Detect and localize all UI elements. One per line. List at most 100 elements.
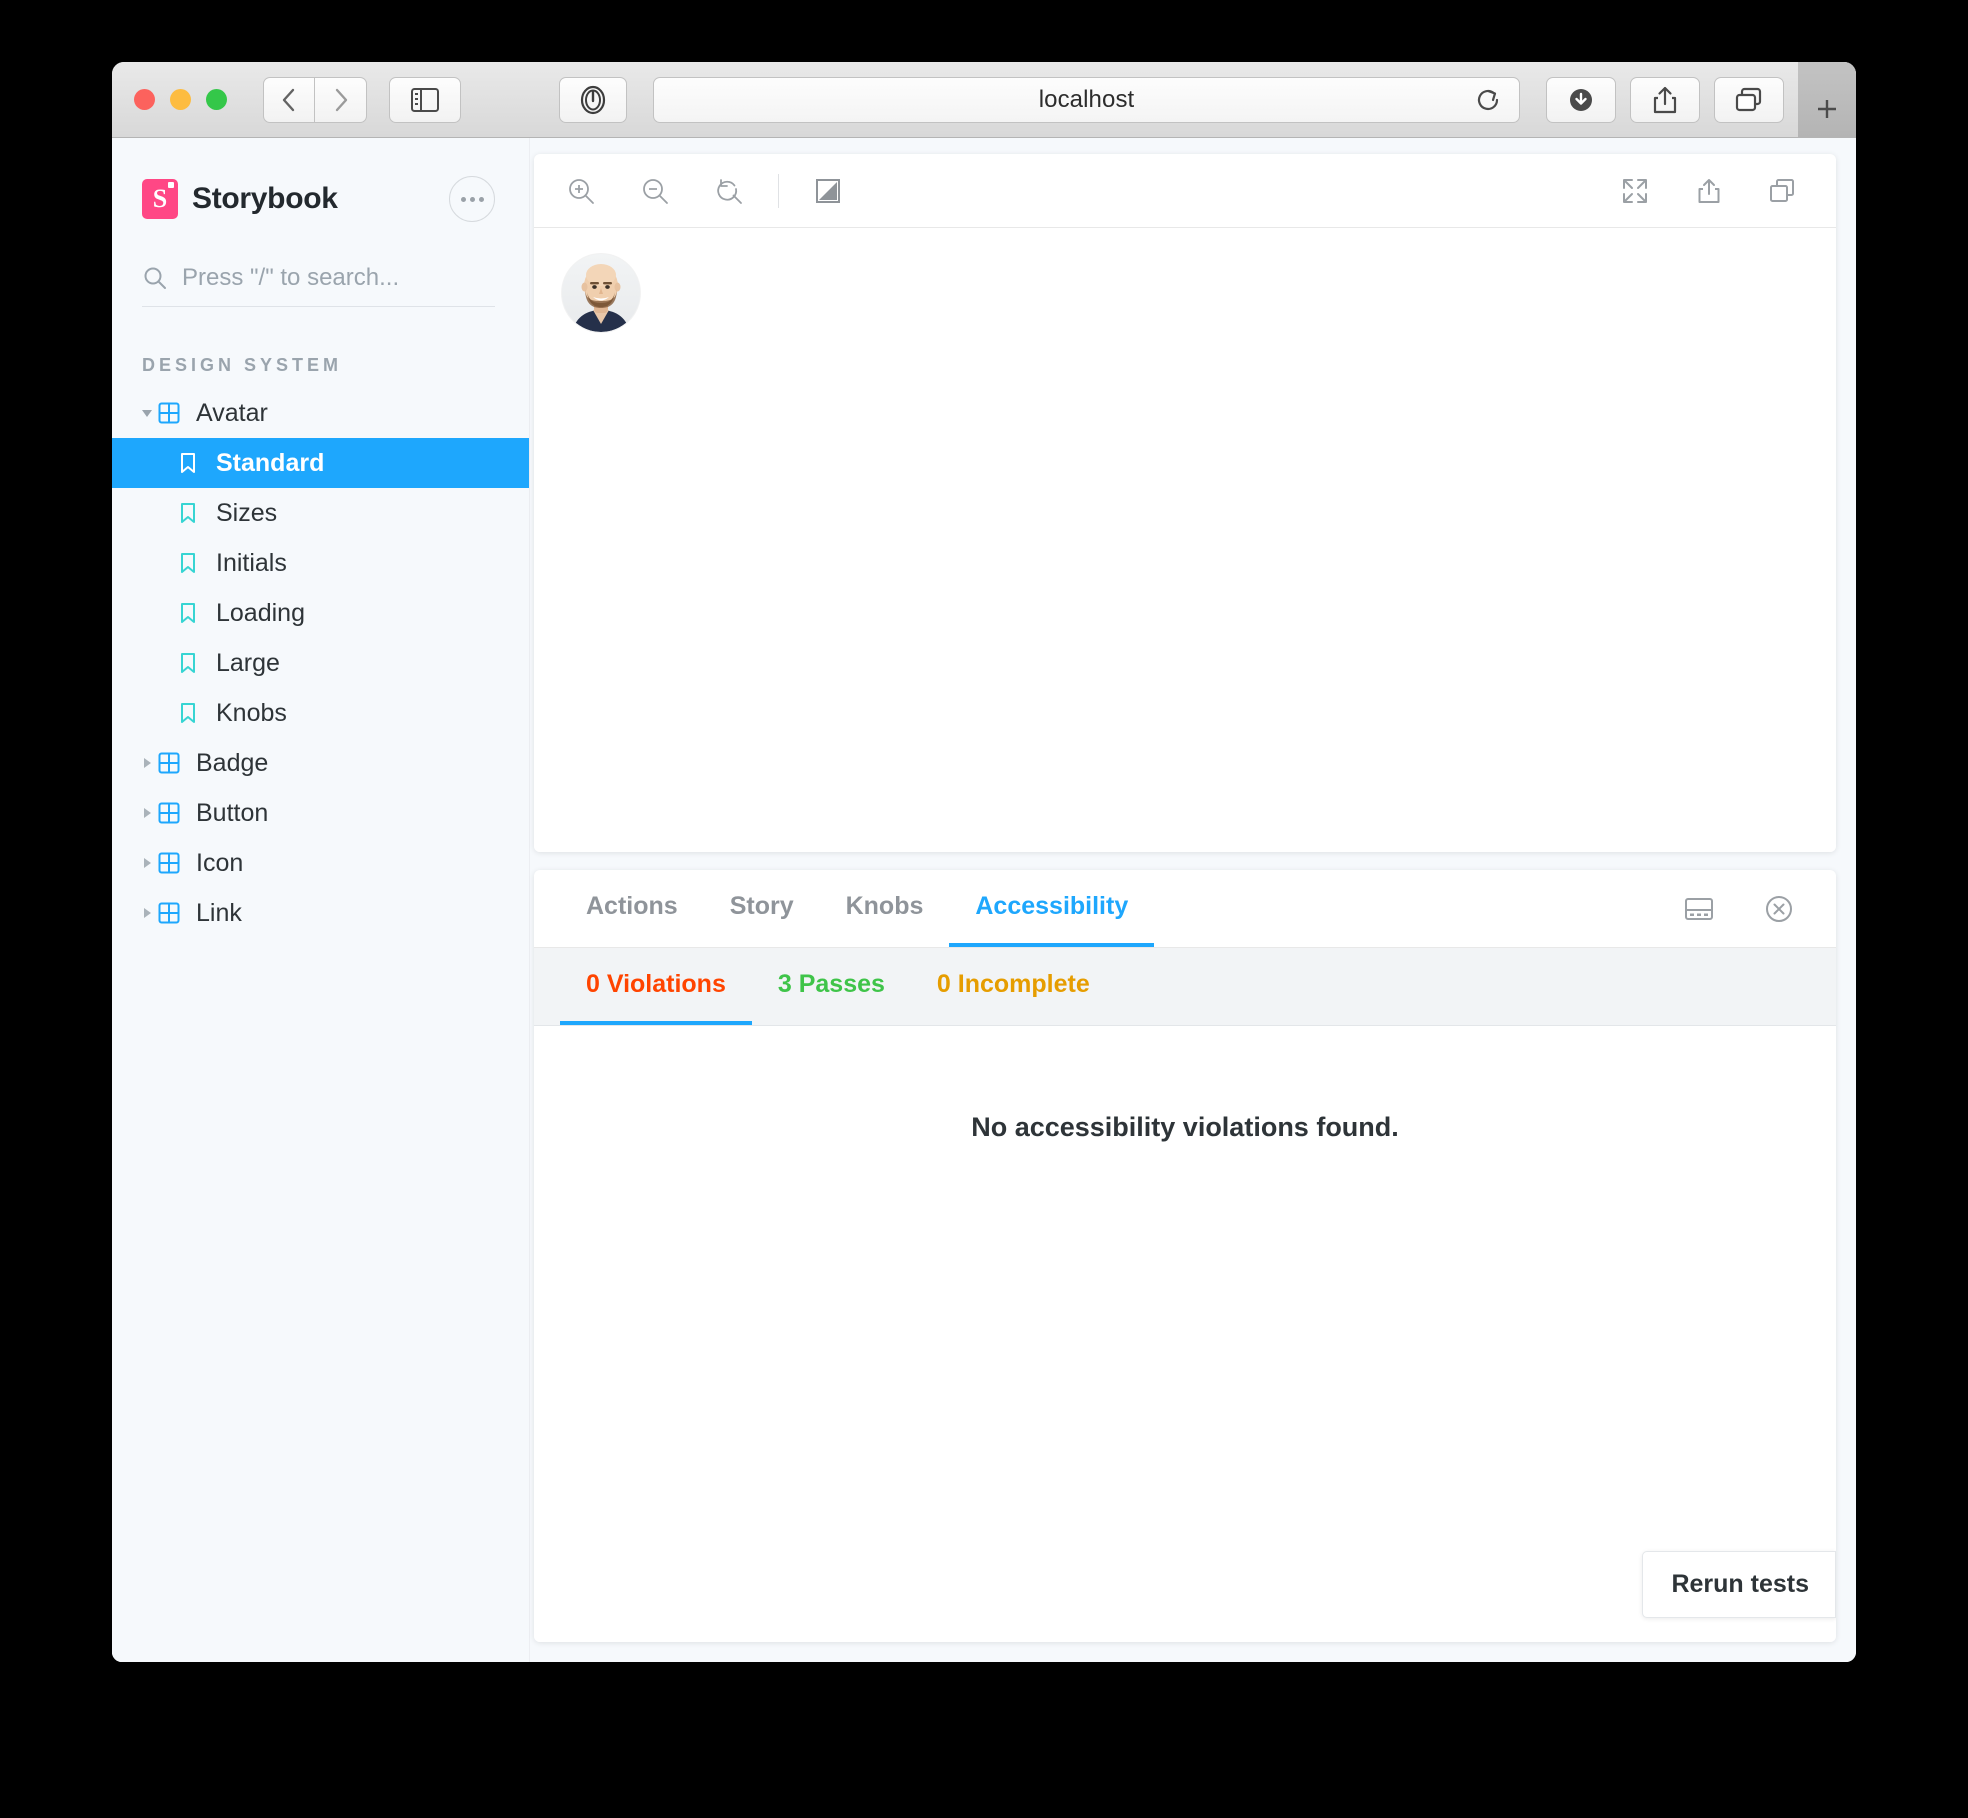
- sidebar-header: S Storybook: [112, 164, 529, 222]
- tree-item-knobs[interactable]: Knobs: [112, 688, 529, 738]
- tree-item-avatar[interactable]: Avatar: [112, 388, 529, 438]
- url-text: localhost: [1038, 85, 1135, 113]
- sidebar-group-label: DESIGN SYSTEM: [142, 355, 343, 375]
- panel-position-icon[interactable]: [1676, 886, 1722, 932]
- search-field[interactable]: [142, 264, 495, 307]
- tree-item-badge[interactable]: Badge: [112, 738, 529, 788]
- preview-actions: [1612, 168, 1806, 214]
- component-icon: [158, 402, 192, 424]
- tree-item-label: Icon: [196, 848, 244, 877]
- tree-item-label: Avatar: [196, 398, 268, 427]
- toolbar-right-buttons: [1546, 76, 1784, 123]
- tree-item-label: Button: [196, 798, 269, 827]
- zoom-in-icon[interactable]: [558, 168, 604, 214]
- empty-state-message: No accessibility violations found.: [971, 1112, 1399, 1142]
- avatar: [562, 254, 640, 332]
- share-button[interactable]: [1630, 76, 1700, 123]
- copy-link-icon[interactable]: [1760, 168, 1806, 214]
- forward-button[interactable]: [315, 76, 367, 123]
- zoom-controls: [558, 168, 752, 214]
- chevron-down-icon[interactable]: [136, 406, 158, 420]
- tree-item-label: Sizes: [216, 498, 278, 527]
- tree-item-label: Loading: [216, 598, 305, 627]
- preview-toolbar: [534, 154, 1836, 228]
- accessibility-panel-body: No accessibility violations found. Rerun…: [534, 1026, 1836, 1642]
- sidebar-toggle-button[interactable]: [389, 76, 461, 123]
- story-bookmark-icon: [178, 502, 212, 524]
- back-button[interactable]: [263, 76, 315, 123]
- zoom-out-icon[interactable]: [632, 168, 678, 214]
- rerun-tests-container: Rerun tests: [1642, 1551, 1836, 1618]
- tree-item-sizes[interactable]: Sizes: [112, 488, 529, 538]
- tree-item-initials[interactable]: Initials: [112, 538, 529, 588]
- chevron-right-icon[interactable]: [136, 806, 158, 820]
- storybook-sidebar: S Storybook DESIGN SYSTEM: [112, 138, 530, 1662]
- reload-icon[interactable]: [1475, 87, 1501, 113]
- story-bookmark-icon: [178, 452, 212, 474]
- fullscreen-icon[interactable]: [1612, 168, 1658, 214]
- tab-bar-spacer: [1154, 870, 1676, 947]
- downloads-button[interactable]: [1546, 76, 1616, 123]
- sidebar-menu-button[interactable]: [449, 176, 495, 222]
- component-icon: [158, 752, 192, 774]
- tab-knobs[interactable]: Knobs: [820, 870, 950, 947]
- tab-accessibility[interactable]: Accessibility: [949, 870, 1155, 947]
- tab-actions[interactable]: Actions: [560, 870, 704, 947]
- browser-titlebar: localhost: [112, 62, 1856, 138]
- tab-story[interactable]: Story: [704, 870, 820, 947]
- address-bar[interactable]: localhost: [653, 76, 1520, 123]
- dot: [469, 196, 475, 202]
- story-bookmark-icon: [178, 652, 212, 674]
- dot: [460, 196, 466, 202]
- navigation-buttons: [263, 76, 367, 123]
- search-input[interactable]: [182, 264, 495, 292]
- component-icon: [158, 802, 192, 824]
- minimize-window-button[interactable]: [170, 89, 191, 110]
- zoom-reset-icon[interactable]: [706, 168, 752, 214]
- close-panel-icon[interactable]: [1756, 886, 1802, 932]
- maximize-window-button[interactable]: [206, 89, 227, 110]
- tree-item-large[interactable]: Large: [112, 638, 529, 688]
- storybook-app: S Storybook DESIGN SYSTEM: [112, 138, 1856, 1662]
- a11y-tab-0-violations[interactable]: 0 Violations: [560, 948, 752, 1025]
- tree-item-standard[interactable]: Standard: [112, 438, 529, 488]
- brand[interactable]: S Storybook: [142, 179, 338, 219]
- tree-item-label: Initials: [216, 548, 287, 577]
- preview-stage: [534, 228, 1836, 852]
- tree-item-label: Large: [216, 648, 280, 677]
- open-in-new-tab-icon[interactable]: [1686, 168, 1732, 214]
- avatar-image: [562, 254, 640, 332]
- tree-item-icon[interactable]: Icon: [112, 838, 529, 888]
- main-content: Actions Story Knobs Accessibility 0 Violati…: [530, 138, 1856, 1662]
- a11y-tab-3-passes[interactable]: 3 Passes: [752, 948, 911, 1025]
- component-icon: [158, 902, 192, 924]
- component-icon: [158, 852, 192, 874]
- chevron-right-icon[interactable]: [136, 756, 158, 770]
- accessibility-result-tabs: 0 Violations 3 Passes 0 Incomplete: [534, 948, 1836, 1026]
- search-icon: [142, 265, 168, 291]
- chevron-right-icon[interactable]: [136, 906, 158, 920]
- tree-item-button[interactable]: Button: [112, 788, 529, 838]
- reader-view-button[interactable]: [559, 76, 627, 123]
- tree-item-link[interactable]: Link: [112, 888, 529, 938]
- tree-item-label: Badge: [196, 748, 269, 777]
- a11y-tab-0-incomplete[interactable]: 0 Incomplete: [911, 948, 1116, 1025]
- panel-action-buttons: [1676, 870, 1836, 947]
- rerun-tests-button[interactable]: Rerun tests: [1642, 1551, 1836, 1618]
- story-bookmark-icon: [178, 552, 212, 574]
- brand-name: Storybook: [192, 182, 338, 215]
- tab-overview-button[interactable]: [1714, 76, 1784, 123]
- new-tab-button[interactable]: [1798, 62, 1856, 138]
- chevron-right-icon[interactable]: [136, 856, 158, 870]
- addons-panel: Actions Story Knobs Accessibility 0 Violati…: [534, 870, 1836, 1642]
- browser-window: localhost S Storybook Press "/" to searc…: [112, 62, 1856, 1662]
- tree-item-label: Link: [196, 898, 242, 927]
- story-bookmark-icon: [178, 602, 212, 624]
- tree-item-loading[interactable]: Loading: [112, 588, 529, 638]
- preview-card: [534, 154, 1836, 852]
- close-window-button[interactable]: [134, 89, 155, 110]
- story-tree: Avatar Standard Sizes Initials Loading Large K…: [112, 388, 529, 938]
- tree-item-label: Knobs: [216, 698, 287, 727]
- toolbar-divider: [778, 173, 779, 208]
- background-contrast-icon[interactable]: [805, 168, 851, 214]
